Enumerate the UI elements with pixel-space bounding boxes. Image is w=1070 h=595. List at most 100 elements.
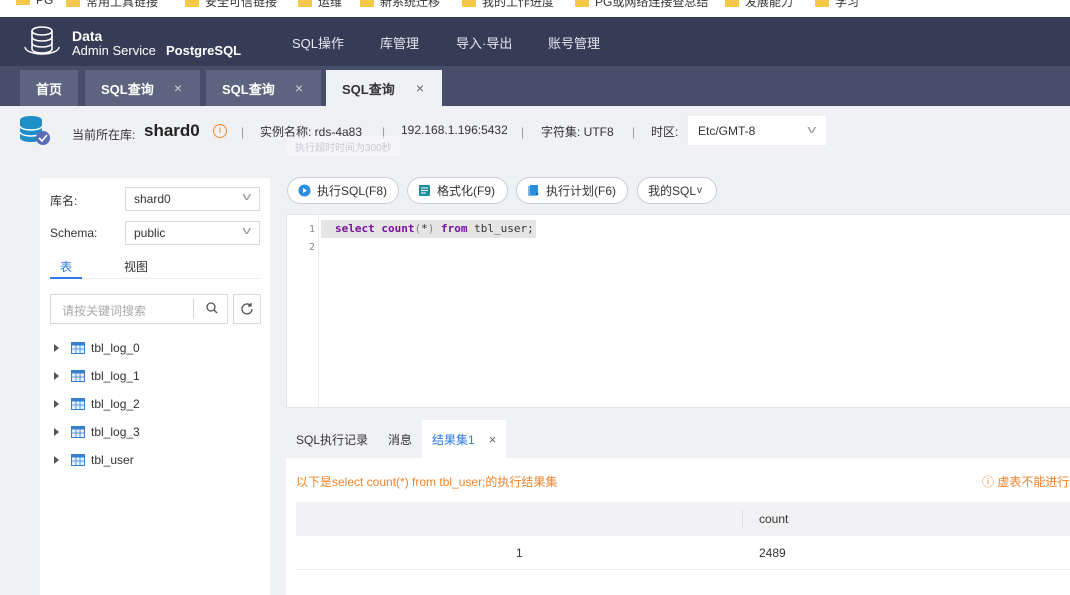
brand-db-type: PostgreSQL bbox=[166, 43, 242, 58]
separator: | bbox=[521, 125, 525, 139]
sql-editor[interactable]: 1 2 select count(*) from tbl_user; bbox=[286, 214, 1070, 408]
bookmark-item[interactable]: 我的工作进度 bbox=[462, 0, 554, 10]
button-label: 执行计划(F6) bbox=[546, 184, 616, 198]
folder-icon bbox=[725, 0, 739, 7]
menu-account-manage[interactable]: 账号管理 bbox=[548, 33, 600, 52]
tab-messages[interactable]: 消息 bbox=[388, 420, 412, 458]
charset: 字符集: UTF8 bbox=[541, 125, 614, 139]
page-tabbar: 首页 SQL查询 × SQL查询 × SQL查询 × bbox=[0, 66, 1070, 106]
folder-icon bbox=[815, 0, 829, 7]
current-db-name: shard0 bbox=[144, 121, 200, 140]
search-divider bbox=[193, 299, 194, 319]
chevron-down-icon: v bbox=[241, 191, 251, 203]
close-icon[interactable]: × bbox=[174, 80, 182, 96]
table-header: count bbox=[296, 502, 1070, 536]
bookmark-item[interactable]: 发展能力 bbox=[725, 0, 793, 10]
sql-keyword: select bbox=[335, 222, 375, 235]
timezone-select[interactable]: Etc/GMT-8 v bbox=[687, 115, 827, 146]
column-header-count[interactable]: count bbox=[759, 512, 788, 526]
db-select[interactable]: shard0 v bbox=[125, 187, 260, 211]
table-search-input[interactable]: 请按关键词搜索 bbox=[50, 294, 228, 324]
chevron-down-icon: v bbox=[241, 225, 251, 237]
my-sql-dropdown[interactable]: 我的SQL v bbox=[637, 177, 717, 204]
cell-count[interactable]: 2489 bbox=[759, 546, 786, 560]
table-icon bbox=[71, 398, 85, 410]
bookmark-item[interactable]: PG bbox=[16, 0, 53, 7]
column-separator bbox=[742, 510, 743, 528]
host-address: 192.168.1.196:5432 bbox=[401, 123, 508, 137]
bookmark-item[interactable]: PG或网络连接查总结 bbox=[575, 0, 708, 10]
table-icon bbox=[71, 426, 85, 438]
folder-icon bbox=[360, 0, 374, 7]
format-icon bbox=[419, 185, 430, 196]
expand-caret-icon[interactable] bbox=[54, 456, 59, 464]
table-tree-item[interactable]: tbl_log_2 bbox=[54, 395, 140, 413]
chevron-down-icon: v bbox=[697, 185, 703, 196]
tab-home[interactable]: 首页 bbox=[20, 70, 78, 106]
readonly-warning: ⓘ 虚表不能进行编辑 bbox=[982, 475, 1070, 489]
table-name: tbl_log_3 bbox=[91, 425, 140, 439]
table-tree-item[interactable]: tbl_log_3 bbox=[54, 423, 140, 441]
tab-label: SQL查询 bbox=[342, 81, 395, 97]
tab-sql-history[interactable]: SQL执行记录 bbox=[296, 420, 368, 458]
schema-select-label: Schema: bbox=[50, 226, 98, 240]
bookmark-item[interactable]: 运维 bbox=[298, 0, 342, 10]
search-icon[interactable] bbox=[203, 299, 221, 317]
menu-sql-ops[interactable]: SQL操作 bbox=[292, 33, 344, 52]
brand-title: Data bbox=[72, 28, 103, 44]
expand-caret-icon[interactable] bbox=[54, 400, 59, 408]
line-gutter: 1 2 bbox=[287, 215, 319, 407]
bookmark-item[interactable]: 常用工具链接 bbox=[66, 0, 158, 10]
table-name: tbl_log_0 bbox=[91, 341, 140, 355]
bookmarks-bar: PG 常用工具链接 安全可信链接 运维 新系统迁移 我的工作进度 PG或网络连接… bbox=[0, 0, 1070, 17]
expand-caret-icon[interactable] bbox=[54, 428, 59, 436]
close-icon[interactable]: × bbox=[416, 80, 424, 96]
table-tree-item[interactable]: tbl_user bbox=[54, 451, 134, 469]
format-button[interactable]: 格式化(F9) bbox=[407, 177, 508, 204]
close-icon[interactable]: × bbox=[489, 432, 497, 447]
schema-select[interactable]: public v bbox=[125, 221, 260, 245]
line-number: 2 bbox=[308, 242, 315, 253]
current-db-label: 当前所在库: bbox=[72, 128, 136, 142]
database-logo-icon bbox=[24, 26, 60, 55]
table-tree-item[interactable]: tbl_log_1 bbox=[54, 367, 140, 385]
tab-tables[interactable]: 表 bbox=[60, 258, 72, 275]
sql-table: tbl_user; bbox=[474, 222, 534, 235]
menu-db-manage[interactable]: 库管理 bbox=[380, 33, 419, 52]
tab-sql-query-active[interactable]: SQL查询 × bbox=[326, 70, 442, 106]
line-number: 1 bbox=[308, 224, 315, 235]
tab-resultset[interactable]: 结果集1 × bbox=[422, 420, 507, 458]
tab-label: 首页 bbox=[36, 81, 63, 97]
search-placeholder: 请按关键词搜索 bbox=[62, 304, 147, 318]
bookmark-item[interactable]: 安全可信链接 bbox=[185, 0, 277, 10]
execution-plan-button[interactable]: 执行计划(F6) bbox=[516, 177, 628, 204]
menu-import-export[interactable]: 导入·导出 bbox=[456, 33, 512, 52]
code-line[interactable]: select count(*) from tbl_user; bbox=[321, 220, 536, 238]
timezone-value: Etc/GMT-8 bbox=[698, 124, 756, 138]
close-icon[interactable]: × bbox=[295, 80, 303, 96]
table-row[interactable]: 1 2489 bbox=[296, 536, 1070, 570]
active-tab-indicator bbox=[50, 277, 82, 279]
bookmark-item[interactable]: 学习 bbox=[815, 0, 859, 10]
row-index: 1 bbox=[516, 546, 523, 560]
table-icon bbox=[71, 370, 85, 382]
tab-sql-query[interactable]: SQL查询 × bbox=[85, 70, 200, 106]
info-icon[interactable]: i bbox=[213, 124, 227, 138]
refresh-button[interactable] bbox=[233, 294, 261, 324]
execute-sql-button[interactable]: 执行SQL(F8) bbox=[287, 177, 399, 204]
bookmark-item[interactable]: 新系统迁移 bbox=[360, 0, 440, 10]
table-tree-item[interactable]: tbl_log_0 bbox=[54, 339, 140, 357]
sql-paren: ) bbox=[427, 222, 435, 235]
expand-caret-icon[interactable] bbox=[54, 344, 59, 352]
brand-subtitle: Admin Service bbox=[72, 43, 156, 58]
db-select-value: shard0 bbox=[134, 192, 171, 206]
chevron-down-icon: v bbox=[806, 124, 816, 136]
separator: | bbox=[241, 125, 245, 139]
connection-info-bar: 当前所在库: shard0 i | 实例名称: rds-4a83 | 192.1… bbox=[0, 106, 1070, 156]
table-name: tbl_log_2 bbox=[91, 397, 140, 411]
tab-sql-query[interactable]: SQL查询 × bbox=[206, 70, 321, 106]
expand-caret-icon[interactable] bbox=[54, 372, 59, 380]
tab-views[interactable]: 视图 bbox=[124, 258, 148, 275]
folder-icon bbox=[185, 0, 199, 7]
db-select-label: 库名: bbox=[50, 194, 78, 208]
